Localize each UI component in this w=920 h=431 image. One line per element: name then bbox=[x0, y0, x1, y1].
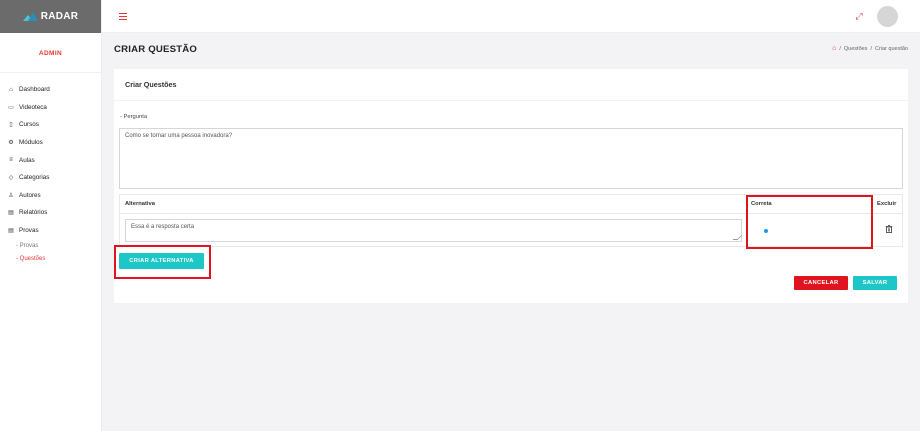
fullscreen-icon[interactable]: ⤢ bbox=[854, 11, 864, 21]
video-icon: ▭ bbox=[8, 104, 14, 111]
sidebar-item-label: Dashboard bbox=[19, 86, 50, 94]
sidebar-item-label: Provas bbox=[19, 227, 39, 235]
sidebar-item-label: Relatórios bbox=[19, 209, 48, 217]
radar-logo-icon bbox=[22, 11, 38, 22]
cancel-button[interactable]: CANCELAR bbox=[794, 276, 848, 290]
divider bbox=[114, 100, 908, 101]
highlight-box-create-alternative bbox=[114, 245, 211, 279]
sidebar-item-relatorios[interactable]: ▤ Relatórios bbox=[0, 204, 101, 222]
report-icon: ▤ bbox=[8, 210, 14, 217]
create-question-card: Criar Questões - Pergunta Como se tornar… bbox=[114, 69, 908, 303]
user-role: ADMIN bbox=[0, 35, 101, 73]
breadcrumb: ⌂ / Questões / Criar questão bbox=[832, 45, 908, 52]
sidebar: RADAR ADMIN ⌂ Dashboard ▭ Videoteca ▯ Curso… bbox=[0, 0, 102, 431]
page-title: CRIAR QUESTÃO bbox=[114, 44, 198, 55]
sidebar-item-aulas[interactable]: ≡ Aulas bbox=[0, 151, 101, 169]
sidebar-subitem-provas[interactable]: - Provas bbox=[0, 239, 101, 252]
question-textarea[interactable]: Como se tornar uma pessoa inovadora? bbox=[119, 128, 903, 189]
breadcrumb-current: Criar questão bbox=[874, 45, 908, 52]
breadcrumb-separator: / bbox=[839, 45, 841, 52]
breadcrumb-separator: / bbox=[870, 45, 872, 52]
brand[interactable]: RADAR bbox=[0, 0, 101, 33]
column-header-excluir: Excluir bbox=[877, 201, 897, 207]
sidebar-item-label: Categorias bbox=[19, 174, 50, 182]
sidebar-item-videoteca[interactable]: ▭ Videoteca bbox=[0, 99, 101, 117]
sidebar-item-categorias[interactable]: ◇ Categorias bbox=[0, 169, 101, 187]
highlight-box-correta bbox=[746, 195, 873, 249]
sidebar-subitem-questoes[interactable]: - Questões bbox=[0, 252, 101, 265]
topbar: ⤢ bbox=[102, 0, 920, 33]
avatar[interactable] bbox=[877, 6, 898, 27]
sidebar-item-label: Autores bbox=[19, 191, 41, 199]
document-icon: ▯ bbox=[9, 122, 13, 129]
users-icon: ♙ bbox=[8, 192, 14, 199]
sidebar-item-label: Aulas bbox=[19, 156, 35, 164]
trash-icon[interactable] bbox=[885, 225, 893, 233]
menu-toggle-icon[interactable] bbox=[119, 13, 127, 20]
sidebar-item-cursos[interactable]: ▯ Cursos bbox=[0, 116, 101, 134]
save-button[interactable]: SALVAR bbox=[853, 276, 897, 290]
home-icon[interactable]: ⌂ bbox=[832, 45, 836, 52]
resize-handle[interactable] bbox=[732, 235, 743, 240]
sidebar-item-autores[interactable]: ♙ Autores bbox=[0, 187, 101, 205]
home-icon: ⌂ bbox=[9, 86, 13, 93]
tag-icon: ◇ bbox=[8, 175, 14, 182]
sidebar-item-label: Cursos bbox=[19, 121, 39, 129]
sidebar-item-label: Módulos bbox=[19, 139, 43, 147]
column-header-alternativa: Alternativa bbox=[125, 201, 155, 207]
list-icon: ≡ bbox=[9, 157, 13, 164]
sidebar-item-label: Videoteca bbox=[19, 103, 47, 111]
gear-icon: ⚙ bbox=[8, 140, 14, 147]
brand-name: RADAR bbox=[40, 11, 79, 22]
sidebar-item-dashboard[interactable]: ⌂ Dashboard bbox=[0, 81, 101, 99]
alternative-text-input[interactable]: Essa é a resposta certa bbox=[125, 219, 743, 242]
sidebar-nav: ⌂ Dashboard ▭ Videoteca ▯ Cursos ⚙ Módulos ≡… bbox=[0, 81, 101, 265]
card-title: Criar Questões bbox=[125, 80, 177, 89]
breadcrumb-questoes[interactable]: Questões bbox=[844, 46, 868, 52]
sidebar-item-modulos[interactable]: ⚙ Módulos bbox=[0, 134, 101, 152]
sidebar-item-provas[interactable]: ▤ Provas bbox=[0, 222, 101, 240]
exam-icon: ▤ bbox=[8, 228, 14, 235]
question-label: - Pergunta bbox=[120, 114, 148, 120]
